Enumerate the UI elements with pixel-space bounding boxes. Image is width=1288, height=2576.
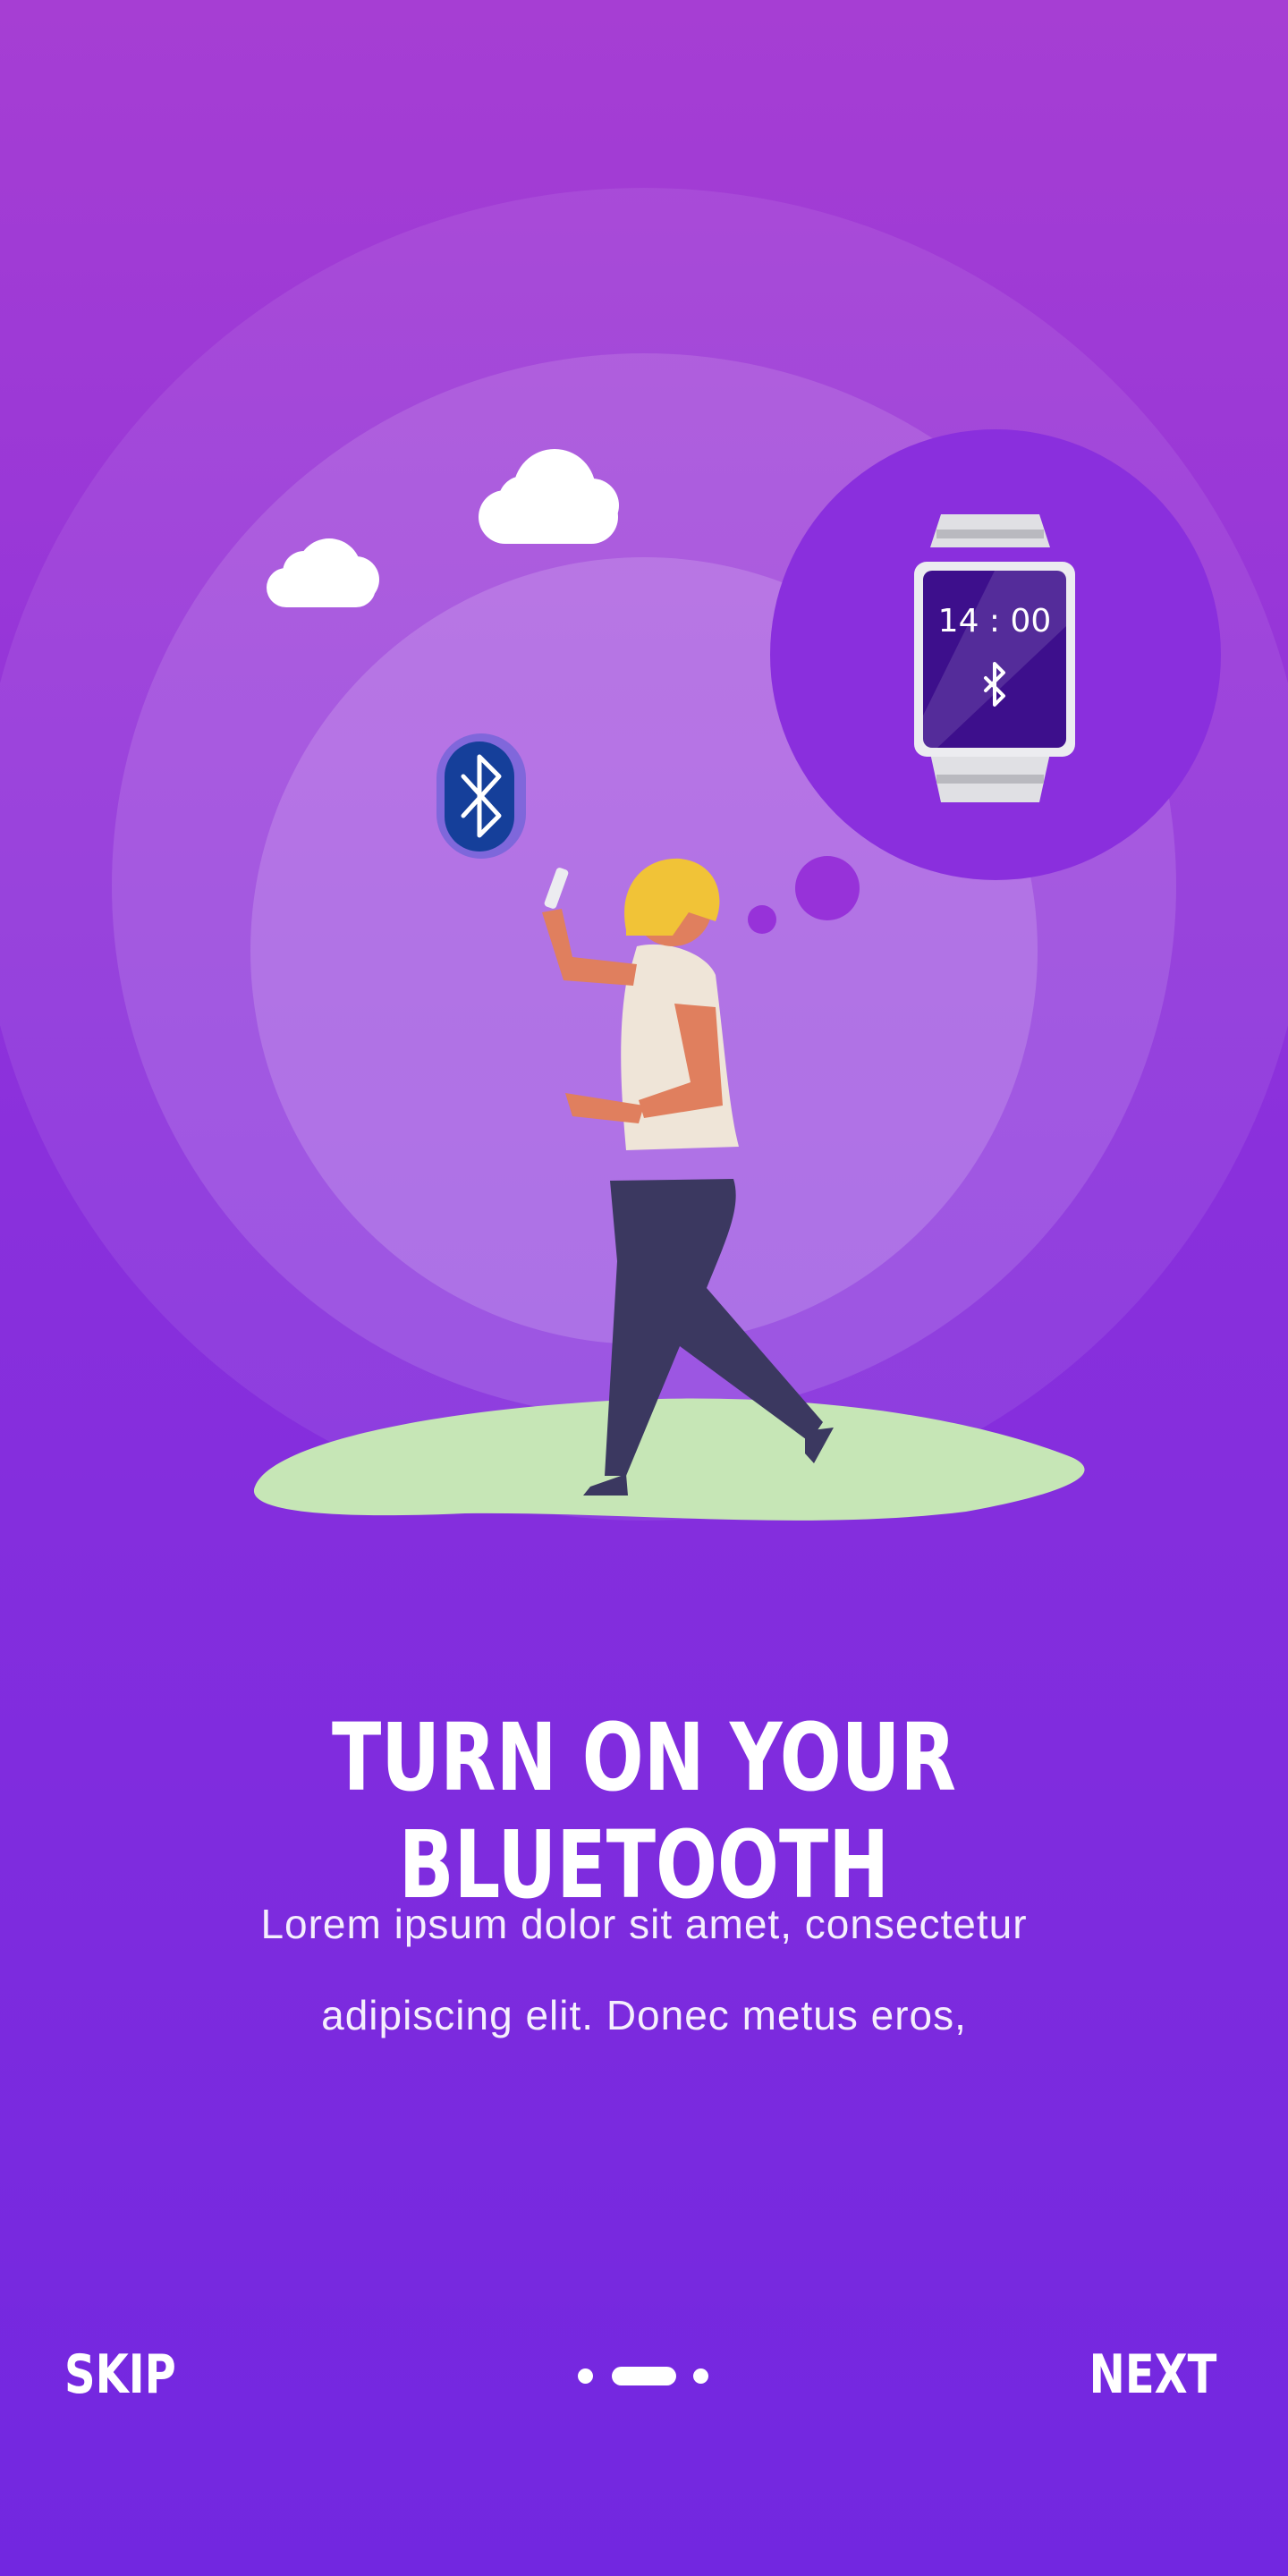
page-indicator — [576, 2365, 712, 2386]
page-dot-2-active[interactable] — [612, 2367, 676, 2385]
page-dot-1[interactable] — [578, 2368, 593, 2384]
thought-dot-small — [748, 905, 776, 934]
thought-dot-large — [795, 856, 860, 920]
description-line-1: Lorem ipsum dolor sit amet, consectetur — [260, 1901, 1028, 1947]
page-description: Lorem ipsum dolor sit amet, consectetur … — [0, 1878, 1288, 2061]
description-line-2: adipiscing elit. Donec metus eros, — [321, 1992, 967, 2038]
watch-time: 14 : 00 — [938, 603, 1052, 640]
next-button[interactable]: NEXT — [1089, 2339, 1216, 2411]
onboarding-illustration: 14 : 00 — [0, 188, 1288, 1521]
bluetooth-badge — [436, 733, 526, 859]
skip-button[interactable]: SKIP — [64, 2339, 176, 2411]
page-dot-3[interactable] — [693, 2368, 708, 2384]
